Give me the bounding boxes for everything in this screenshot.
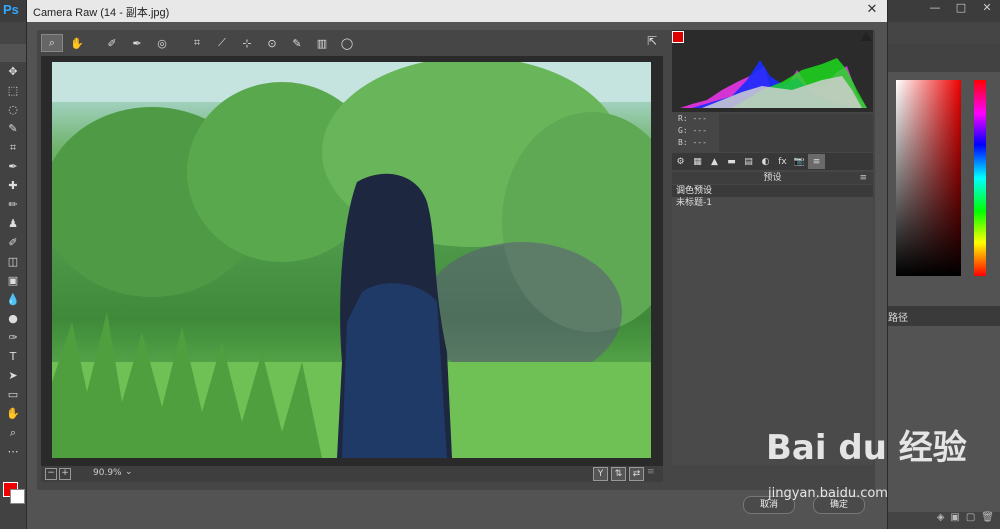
split-toning-tab-icon[interactable]: ▤	[740, 154, 757, 169]
camera-calibration-tab-icon[interactable]: 📷	[791, 154, 808, 169]
eyedropper-tool-icon[interactable]: ✒	[0, 157, 26, 176]
histogram	[672, 30, 873, 112]
type-tool-icon[interactable]: T	[0, 347, 26, 366]
crop-tool-icon[interactable]: ⌗	[0, 138, 26, 157]
crop-tool-icon[interactable]: ⌗	[186, 34, 208, 52]
ps-logo: Ps	[3, 2, 19, 17]
targeted-adjustment-tool-icon[interactable]: ◎	[151, 34, 173, 52]
gradient-tool-icon[interactable]: ▣	[0, 271, 26, 290]
trash-icon[interactable]: 🗑	[981, 512, 994, 529]
view-settings-icon[interactable]: ≡	[647, 467, 655, 477]
pen-tool-icon[interactable]: ✑	[0, 328, 26, 347]
presets-header: 预设 ≡	[672, 172, 873, 184]
camera-raw-toolbar: ⌕ ✋ ✐ ✒ ◎ ⌗ ⟋ ⊹ ⊙ ✎ ▥ ◯	[41, 32, 661, 54]
white-balance-tool-icon[interactable]: ✐	[101, 34, 123, 52]
swap-settings-button[interactable]: ⇅	[611, 467, 626, 481]
before-after-button[interactable]: Y	[593, 467, 608, 481]
paths-tab[interactable]: 路径	[886, 306, 1000, 326]
paths-tab-label: 路径	[888, 313, 908, 324]
effects-tab-icon[interactable]: fx	[774, 154, 791, 169]
window-controls: — □ ✕	[922, 0, 1000, 18]
camera-raw-dialog: Camera Raw (14 - 副本.jpg) ✕ ⌕ ✋ ✐ ✒ ◎ ⌗ ⟋…	[26, 0, 888, 529]
brush-tool-icon[interactable]: ✏	[0, 195, 26, 214]
spot-removal-tool-icon[interactable]: ⊹	[236, 34, 258, 52]
tone-curve-tab-icon[interactable]: ▦	[689, 154, 706, 169]
open-preferences-icon[interactable]: ⇱	[643, 34, 661, 52]
close-window-button[interactable]: ✕	[974, 0, 1000, 18]
adjustment-brush-tool-icon[interactable]: ✎	[286, 34, 308, 52]
dodge-tool-icon[interactable]: ●	[0, 309, 26, 328]
ps-right-panel-header	[886, 44, 1000, 72]
adjustment-panel-tabs: ⚙ ▦ ▲ ▬ ▤ ◐ fx 📷 ≡	[672, 153, 873, 170]
lens-corrections-tab-icon[interactable]: ◐	[757, 154, 774, 169]
quick-select-tool-icon[interactable]: ✎	[0, 119, 26, 138]
zoom-tool-icon[interactable]: ⌕	[41, 34, 63, 52]
red-eye-tool-icon[interactable]: ⊙	[261, 34, 283, 52]
photo-scene-icon	[52, 62, 651, 458]
graduated-filter-tool-icon[interactable]: ▥	[311, 34, 333, 52]
highlight-clipping-warning[interactable]	[861, 31, 872, 41]
baidu-watermark: Bai du 经验 jingyan.baidu.com	[766, 420, 967, 501]
zoom-out-button[interactable]: −	[45, 468, 57, 480]
dialog-title: Camera Raw (14 - 副本.jpg)	[33, 7, 170, 19]
hue-slider[interactable]	[974, 80, 986, 276]
zoom-in-button[interactable]: +	[59, 468, 71, 480]
new-path-icon[interactable]: ▢	[966, 512, 975, 529]
preset-item[interactable]: 未标题-1	[672, 197, 873, 209]
marquee-tool-icon[interactable]: ⬚	[0, 81, 26, 100]
shadow-clipping-warning[interactable]	[672, 31, 684, 43]
fill-path-icon[interactable]: ◈	[937, 512, 945, 529]
eraser-tool-icon[interactable]: ◫	[0, 252, 26, 271]
lasso-tool-icon[interactable]: ◌	[0, 100, 26, 119]
hand-tool-icon[interactable]: ✋	[0, 404, 26, 423]
blur-tool-icon[interactable]: 💧	[0, 290, 26, 309]
hand-tool-icon[interactable]: ✋	[66, 34, 88, 52]
straighten-tool-icon[interactable]: ⟋	[211, 34, 233, 52]
ps-toolbox: ✥ ⬚ ◌ ✎ ⌗ ✒ ✚ ✏ ♟ ✐ ◫ ▣ 💧 ● ✑ T ➤ ▭ ✋ ⌕ …	[0, 62, 26, 529]
minimize-button[interactable]: —	[922, 0, 948, 18]
color-sampler-tool-icon[interactable]: ✒	[126, 34, 148, 52]
more-tools-icon[interactable]: ⋯	[0, 442, 26, 461]
maximize-button[interactable]: □	[948, 0, 974, 18]
zoom-bar: − + 90.9% ⌄ Y ⇅ ⇄ ≡	[41, 466, 663, 482]
path-select-tool-icon[interactable]: ➤	[0, 366, 26, 385]
move-tool-icon[interactable]: ✥	[0, 62, 26, 81]
presets-menu-icon[interactable]: ≡	[859, 172, 867, 184]
hsl-tab-icon[interactable]: ▬	[723, 154, 740, 169]
zoom-tool-icon[interactable]: ⌕	[0, 423, 26, 442]
zoom-dropdown-icon[interactable]: ⌄	[125, 467, 137, 479]
image-info-area	[719, 114, 873, 152]
watermark-url: jingyan.baidu.com	[768, 486, 888, 501]
dialog-close-button[interactable]: ✕	[861, 2, 883, 18]
presets-tab-icon[interactable]: ≡	[808, 154, 825, 169]
preset-folder[interactable]: 调色预设	[672, 185, 873, 197]
mask-icon[interactable]: ▣	[950, 512, 959, 529]
detail-tab-icon[interactable]: ▲	[706, 154, 723, 169]
color-picker-field[interactable]	[896, 80, 961, 276]
stamp-tool-icon[interactable]: ♟	[0, 214, 26, 233]
watermark-brand: Bai du 经验	[766, 428, 967, 468]
radial-filter-tool-icon[interactable]: ◯	[336, 34, 358, 52]
background-color-swatch[interactable]	[10, 489, 25, 504]
histogram-graph-icon	[680, 58, 867, 108]
shape-tool-icon[interactable]: ▭	[0, 385, 26, 404]
healing-tool-icon[interactable]: ✚	[0, 176, 26, 195]
zoom-level: 90.9%	[93, 468, 122, 478]
history-brush-tool-icon[interactable]: ✐	[0, 233, 26, 252]
basic-tab-icon[interactable]: ⚙	[672, 154, 689, 169]
presets-title: 预设	[763, 173, 782, 183]
copy-settings-button[interactable]: ⇄	[629, 467, 644, 481]
paths-panel-footer: ◈ ▣ ▢ 🗑	[886, 512, 1000, 529]
dialog-footer: 取消 确定	[27, 490, 887, 529]
preview-image[interactable]	[52, 62, 651, 458]
dialog-title-bar[interactable]: Camera Raw (14 - 副本.jpg) ✕	[27, 0, 887, 22]
